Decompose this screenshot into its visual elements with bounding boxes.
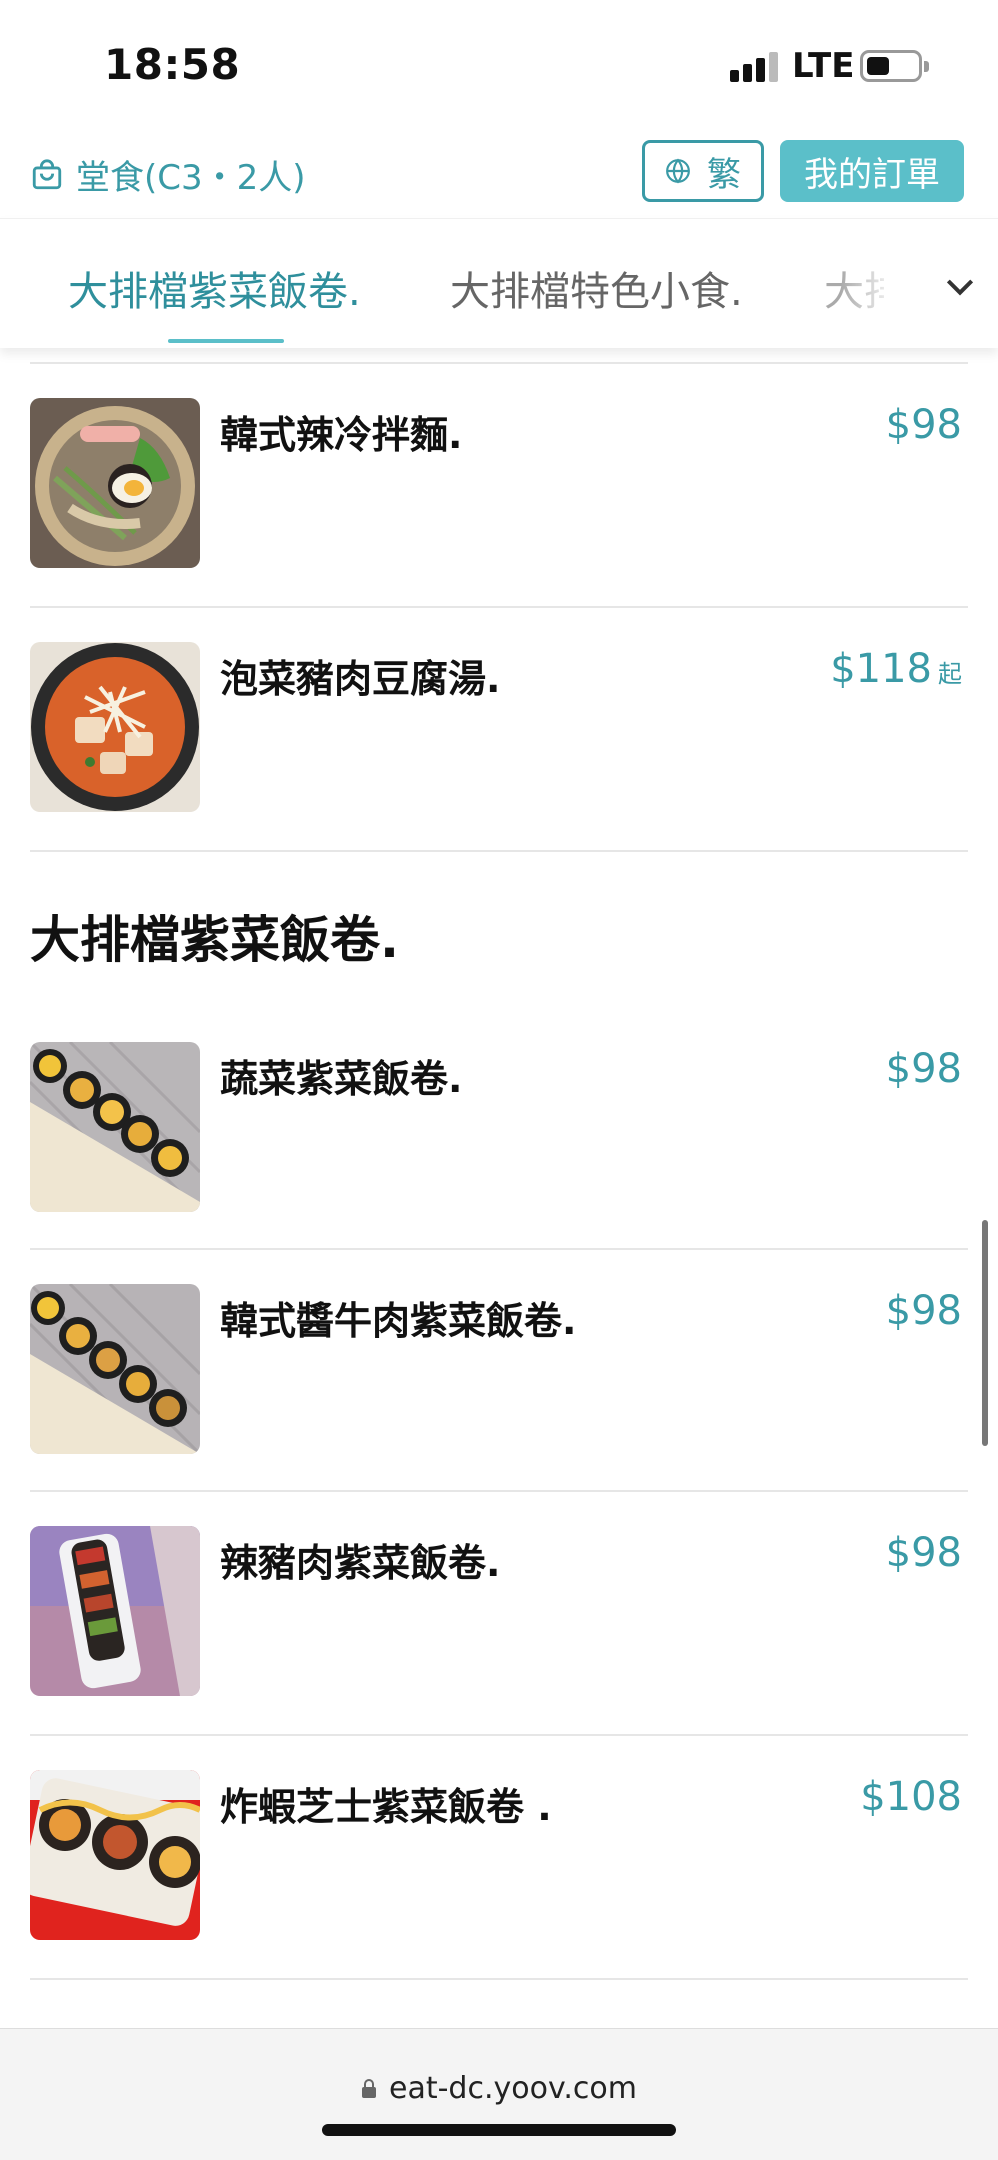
chevron-down-icon[interactable] — [940, 266, 980, 306]
kimchi-tofu-soup-image — [30, 642, 200, 812]
menu-item-name: 泡菜豬肉豆腐湯. — [220, 657, 501, 701]
status-bar: 18:58 LTE — [0, 0, 998, 130]
language-label: 繁 — [707, 154, 741, 195]
menu-item-price: $98 — [885, 1288, 962, 1334]
menu-item[interactable]: 韓式醬牛肉紫菜飯卷. $98 — [0, 1250, 998, 1492]
dine-in-info[interactable]: 堂食(C3・2人) — [30, 150, 306, 199]
tab-snacks[interactable]: 大排檔特色小食. — [450, 259, 743, 317]
url-display[interactable]: eat-dc.yoov.com — [0, 2071, 998, 2106]
menu-item-price: $118 起 — [830, 646, 962, 692]
vegetable-kimbap-image — [30, 1042, 200, 1212]
section-title: 大排檔紫菜飯卷. — [30, 911, 399, 969]
status-time: 18:58 — [104, 40, 241, 89]
dine-in-label: 堂食(C3・2人) — [76, 158, 306, 198]
price-from-suffix: 起 — [938, 660, 962, 688]
active-tab-indicator — [168, 339, 284, 343]
menu-item-price: $98 — [885, 1530, 962, 1576]
shopping-bag-icon — [32, 159, 62, 189]
divider — [30, 1978, 968, 1980]
menu-item-name: 炸蝦芝士紫菜飯卷 . — [220, 1785, 552, 1829]
menu-item[interactable]: 蔬菜紫菜飯卷. $98 — [0, 1008, 998, 1250]
tab-fade-overlay — [840, 239, 900, 329]
scrollbar[interactable] — [982, 1220, 988, 1446]
divider — [30, 850, 968, 852]
home-indicator[interactable] — [322, 2124, 676, 2136]
menu-item-price: $108 — [860, 1774, 962, 1820]
menu-item-name: 韓式辣冷拌麵. — [220, 413, 463, 457]
menu-item-price: $98 — [885, 402, 962, 448]
menu-item-name: 辣豬肉紫菜飯卷. — [220, 1541, 501, 1585]
url-text: eat-dc.yoov.com — [389, 2071, 637, 2106]
network-type: LTE — [792, 46, 855, 86]
lock-icon — [362, 2079, 376, 2098]
signal-strength-icon — [730, 52, 782, 82]
language-button[interactable]: 繁 — [642, 140, 764, 202]
cold-noodles-bowl-image — [30, 398, 200, 568]
top-bar: 堂食(C3・2人) 繁 我的訂單 — [0, 136, 998, 212]
menu-item[interactable]: 辣豬肉紫菜飯卷. $98 — [0, 1492, 998, 1734]
spicy-pork-kimbap-image — [30, 1526, 200, 1696]
menu-item[interactable]: 炸蝦芝士紫菜飯卷 . $108 — [0, 1736, 998, 1978]
battery-icon — [860, 50, 922, 82]
menu-item[interactable]: 泡菜豬肉豆腐湯. $118 起 — [0, 608, 998, 850]
tab-kimbap[interactable]: 大排檔紫菜飯卷. — [68, 259, 361, 317]
category-tabs: 大排檔紫菜飯卷. 大排檔特色小食. 大排 — [0, 218, 998, 348]
my-orders-button[interactable]: 我的訂單 — [780, 140, 964, 202]
menu-item-price: $98 — [885, 1046, 962, 1092]
battery-cap — [924, 61, 929, 72]
menu-item-name: 蔬菜紫菜飯卷. — [220, 1057, 463, 1101]
globe-icon — [666, 158, 690, 184]
shrimp-cheese-kimbap-image — [30, 1770, 200, 1940]
beef-kimbap-image — [30, 1284, 200, 1454]
menu-item-name: 韓式醬牛肉紫菜飯卷. — [220, 1299, 577, 1343]
browser-url-bar[interactable]: eat-dc.yoov.com — [0, 2028, 998, 2160]
menu-item[interactable]: 韓式辣冷拌麵. $98 — [0, 364, 998, 606]
